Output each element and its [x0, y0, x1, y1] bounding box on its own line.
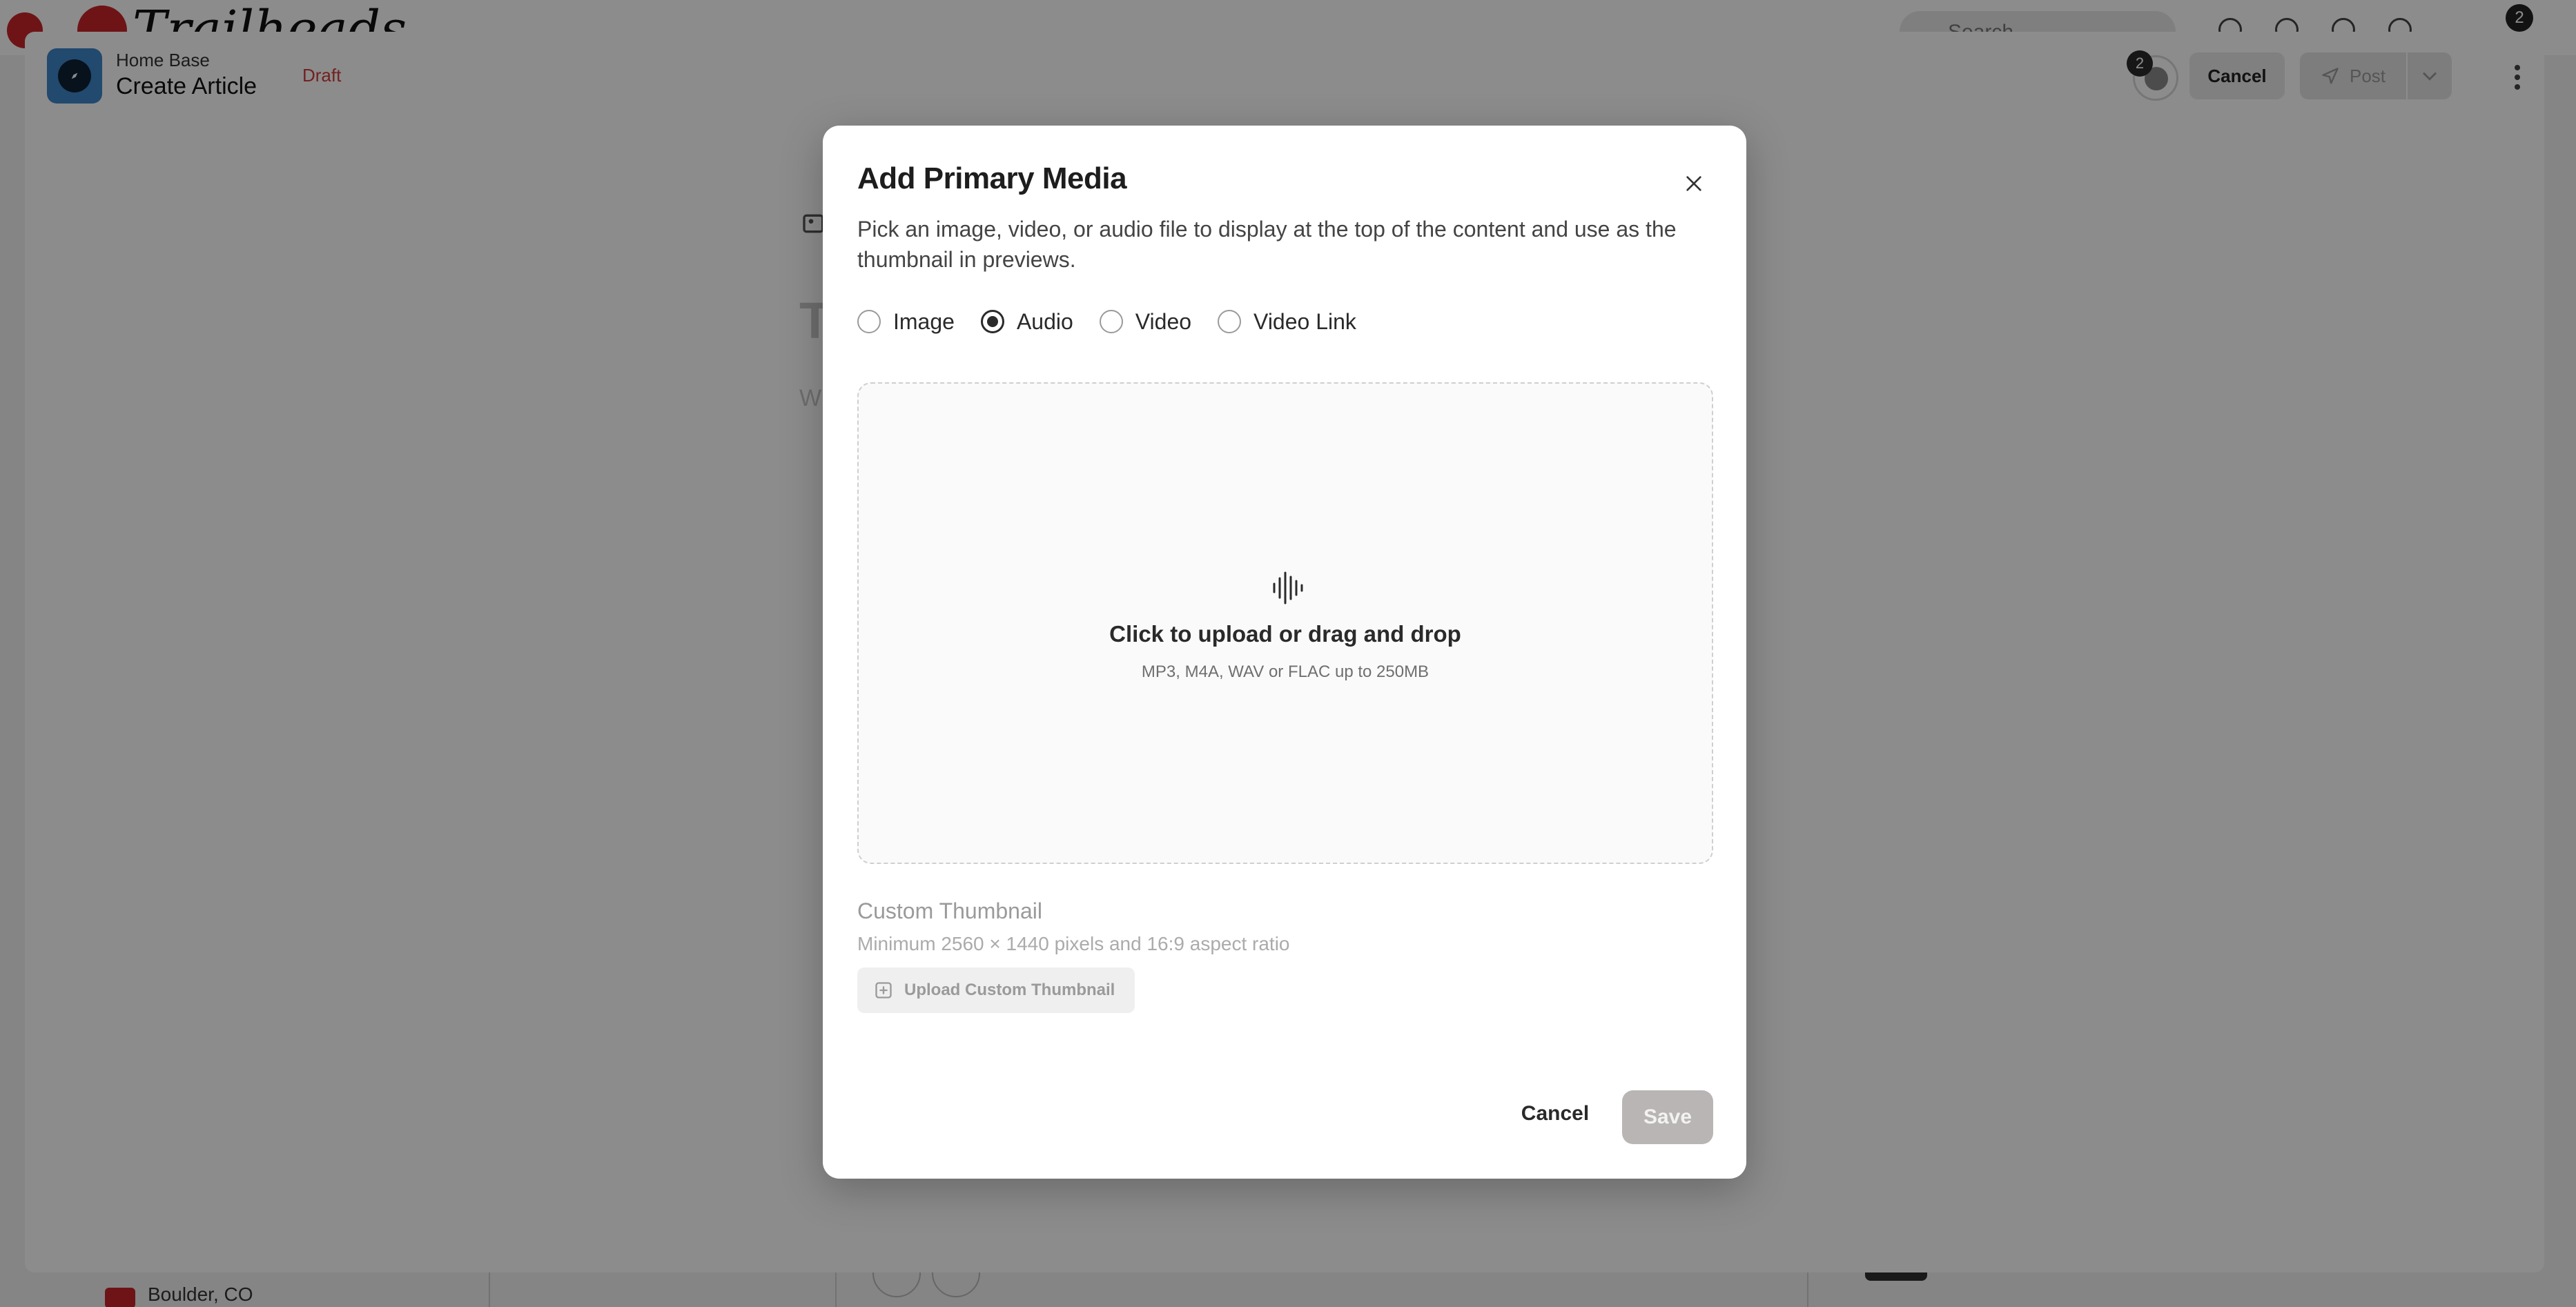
- custom-thumbnail-title: Custom Thumbnail: [857, 898, 1042, 923]
- dropzone-text: Click to upload or drag and drop: [1109, 621, 1461, 647]
- dialog-title: Add Primary Media: [857, 161, 1127, 195]
- upload-custom-thumbnail-button[interactable]: Upload Custom Thumbnail: [857, 967, 1135, 1013]
- radio-label: Video: [1135, 308, 1192, 334]
- radio-button[interactable]: [1099, 310, 1123, 333]
- cancel-button[interactable]: Cancel: [1517, 1092, 1593, 1136]
- radio-button[interactable]: [1218, 310, 1242, 333]
- save-button[interactable]: Save: [1622, 1090, 1713, 1144]
- media-type-image[interactable]: Image: [857, 309, 955, 335]
- radio-label: Image: [893, 308, 955, 334]
- radio-label: Video Link: [1253, 308, 1356, 334]
- media-type-radio-group: Image Audio Video Video Link: [857, 305, 1383, 338]
- close-button[interactable]: [1675, 164, 1713, 203]
- custom-thumbnail-requirements: Minimum 2560 × 1440 pixels and 16:9 aspe…: [857, 933, 1290, 954]
- audio-waveform-icon: [1270, 570, 1306, 606]
- media-type-audio[interactable]: Audio: [980, 308, 1073, 335]
- media-type-video-link[interactable]: Video Link: [1218, 309, 1356, 335]
- radio-label: Audio: [1016, 308, 1073, 334]
- radio-button-selected[interactable]: [980, 310, 1004, 333]
- upload-custom-thumbnail-label: Upload Custom Thumbnail: [904, 981, 1115, 999]
- add-primary-media-dialog: Add Primary Media Pick an image, video, …: [823, 126, 1746, 1179]
- media-type-video[interactable]: Video: [1099, 308, 1192, 335]
- dialog-description: Pick an image, video, or audio file to d…: [857, 217, 1677, 272]
- dropzone-hint: MP3, M4A, WAV or FLAC up to 250MB: [1141, 662, 1430, 681]
- plus-square-icon: [875, 982, 892, 999]
- close-icon: [1686, 176, 1701, 191]
- radio-button[interactable]: [857, 310, 881, 333]
- upload-dropzone[interactable]: Click to upload or drag and drop MP3, M4…: [857, 382, 1713, 864]
